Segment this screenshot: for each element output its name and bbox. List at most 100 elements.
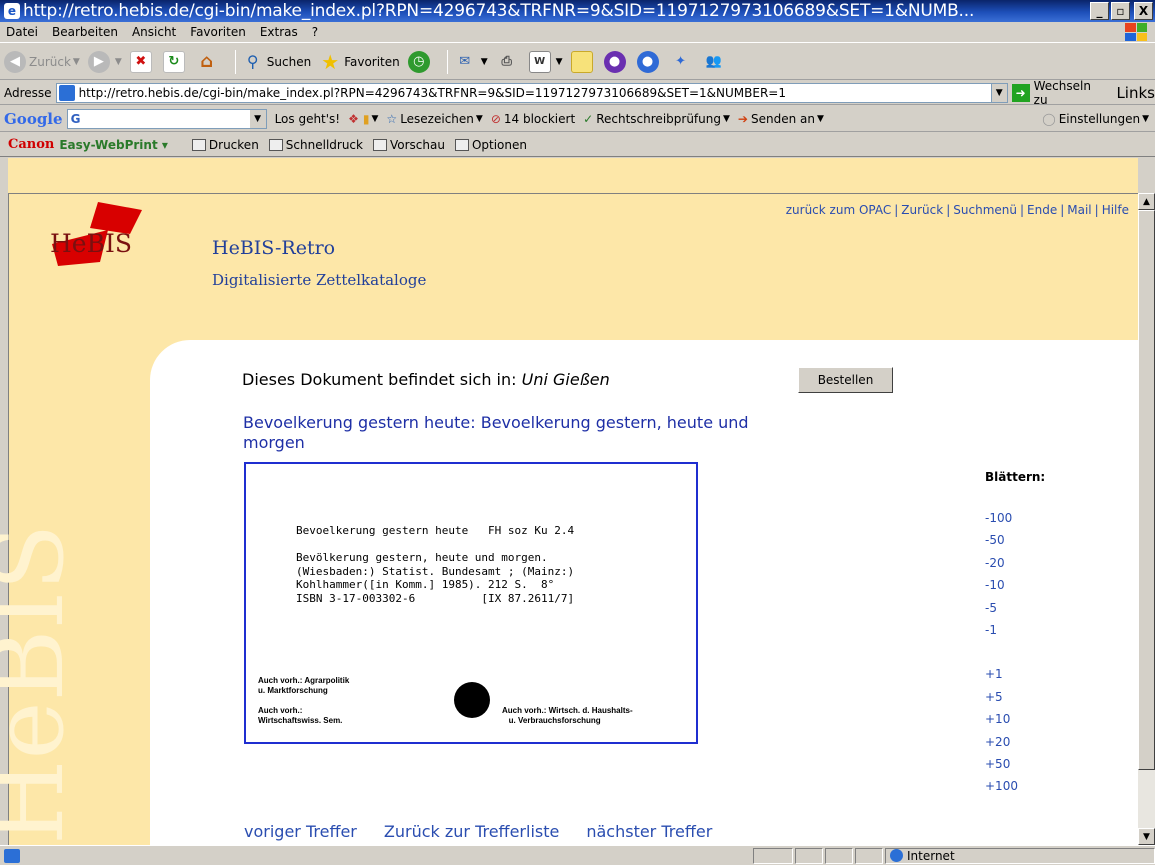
mail-link[interactable]: Mail [1067, 203, 1091, 217]
spellcheck-button[interactable]: ✓ Rechtschreibprüfung ▼ [583, 112, 730, 126]
quick-print-button[interactable]: Schnelldruck [268, 137, 363, 152]
search-button[interactable]: ⚲ Suchen [242, 51, 311, 73]
messenger-button[interactable]: ● [603, 50, 629, 73]
google-news-icon: ❖ [348, 111, 359, 126]
refresh-button[interactable]: ↻ [162, 50, 188, 73]
quick-print-icon [268, 138, 283, 151]
scroll-down-button[interactable]: ▼ [1138, 828, 1155, 845]
google-search-dropdown[interactable]: ▼ [249, 109, 266, 128]
zone-indicator: Internet [885, 847, 1155, 864]
google-search-input[interactable]: G ▼ [66, 108, 267, 129]
hebis-logo-text: HeBIS [50, 229, 132, 258]
scroll-thumb[interactable] [1138, 210, 1155, 770]
preview-icon [372, 138, 387, 151]
favorites-label: Favoriten [344, 54, 400, 69]
note-icon [570, 50, 593, 73]
browse-fwd-20[interactable]: +20 [985, 735, 1018, 757]
browse-fwd-10[interactable]: +10 [985, 712, 1018, 734]
google-logo-text: Google [4, 109, 63, 128]
go-button[interactable]: ➜ Wechseln zu [1011, 79, 1109, 107]
back-link[interactable]: Zurück [901, 203, 943, 217]
media-button[interactable]: ● [636, 50, 662, 73]
forward-button[interactable]: ▶ ▼ [87, 50, 122, 73]
print-button[interactable]: ⎙ [496, 51, 521, 73]
google-go-button[interactable]: Los geht's! [275, 112, 341, 126]
quick-print-label: Schnelldruck [285, 137, 363, 152]
browse-fwd-100[interactable]: +100 [985, 779, 1018, 801]
menu-favoriten[interactable]: Favoriten [190, 25, 246, 39]
bookmarks-button[interactable]: ☆ Lesezeichen ▼ [386, 112, 482, 126]
svg-text:HeBIS: HeBIS [0, 524, 80, 845]
history-icon: ◷ [407, 50, 430, 73]
browse-back-50[interactable]: -50 [985, 533, 1018, 555]
globe-icon [890, 849, 903, 862]
address-url[interactable]: http://retro.hebis.de/cgi-bin/make_index… [79, 86, 991, 100]
page-icon [58, 84, 75, 101]
page-status-icon [4, 848, 20, 863]
next-hit-link[interactable]: nächster Treffer [586, 822, 712, 841]
popup-blocker-button[interactable]: ⊘ 14 blockiert [491, 112, 575, 126]
previous-hit-link[interactable]: voriger Treffer [244, 822, 357, 841]
menu-bearbeiten[interactable]: Bearbeiten [52, 25, 118, 39]
notes-button[interactable] [570, 50, 596, 73]
maximize-button[interactable]: ▫ [1111, 2, 1130, 20]
star-icon: ★ [321, 49, 340, 74]
menu-ansicht[interactable]: Ansicht [132, 25, 176, 39]
menu-bar: Datei Bearbeiten Ansicht Favoriten Extra… [0, 22, 1155, 43]
contacts-button[interactable]: 👥 [703, 51, 728, 73]
back-arrow-icon: ◀ [4, 50, 26, 73]
spellcheck-label: Rechtschreibprüfung [596, 111, 721, 126]
browse-fwd-1[interactable]: +1 [985, 667, 1018, 689]
close-button[interactable]: X [1134, 2, 1153, 20]
edit-button[interactable]: W ▼ [528, 50, 563, 73]
zone-label: Internet [907, 848, 955, 863]
browse-fwd-5[interactable]: +5 [985, 690, 1018, 712]
browse-back-10[interactable]: -10 [985, 578, 1018, 600]
vertical-scrollbar[interactable]: ▲ ▼ [1138, 193, 1155, 845]
favorites-button[interactable]: ★ Favoriten [319, 49, 400, 74]
settings-button[interactable]: ◯ Einstellungen ▼ [1042, 112, 1149, 126]
order-button[interactable]: Bestellen [798, 367, 893, 393]
end-link[interactable]: Ende [1027, 203, 1057, 217]
browse-back-1[interactable]: -1 [985, 623, 1018, 645]
location-value: Uni Gießen [521, 370, 610, 389]
popup-blocker-icon: ⊘ [490, 111, 501, 126]
top-nav-links: zurück zum OPAC | Zurück | Suchmenü | Ende | Mai… [785, 203, 1129, 217]
google-go-label: Los geht's! [274, 111, 341, 126]
google-logo[interactable]: Google [4, 110, 63, 128]
home-button[interactable]: ⌂ [196, 51, 221, 73]
minimize-button[interactable]: _ [1090, 2, 1109, 20]
browse-back-100[interactable]: -100 [985, 511, 1018, 533]
options-button[interactable]: Optionen [454, 138, 527, 152]
send-to-button[interactable]: ➔ Senden an ▼ [738, 112, 824, 126]
media-icon: ● [636, 50, 659, 73]
menu-extras[interactable]: Extras [260, 25, 298, 39]
browse-back-20[interactable]: -20 [985, 556, 1018, 578]
google-icons-group[interactable]: ❖ ▮ ▼ [348, 112, 378, 126]
browse-back-5[interactable]: -5 [985, 601, 1018, 623]
easy-webprint-menu[interactable]: Easy-WebPrint ▾ [59, 138, 168, 152]
address-input[interactable]: http://retro.hebis.de/cgi-bin/make_index… [55, 82, 1008, 103]
word-icon: W [528, 50, 551, 73]
back-to-opac-link[interactable]: zurück zum OPAC [786, 203, 892, 217]
mail-button[interactable]: ✉ ▼ [454, 51, 487, 73]
scroll-up-button[interactable]: ▲ [1138, 193, 1155, 210]
toolbar-separator [446, 49, 448, 74]
history-button[interactable]: ◷ [407, 50, 433, 73]
search-menu-link[interactable]: Suchmenü [953, 203, 1017, 217]
help-link[interactable]: Hilfe [1102, 203, 1129, 217]
print-button[interactable]: Drucken [191, 138, 259, 152]
browse-fwd-50[interactable]: +50 [985, 757, 1018, 779]
menu-help[interactable]: ? [312, 25, 318, 39]
result-navigation: voriger Treffer Zurück zur Trefferliste … [244, 822, 739, 841]
status-bar: Internet [0, 845, 1155, 865]
menu-datei[interactable]: Datei [6, 25, 38, 39]
status-cell [795, 847, 823, 864]
preview-button[interactable]: Vorschau [372, 138, 445, 152]
back-to-results-link[interactable]: Zurück zur Trefferliste [384, 822, 559, 841]
links-button[interactable]: Links [1116, 84, 1155, 102]
back-button[interactable]: ◀ Zurück ▼ [4, 50, 80, 73]
stop-button[interactable]: ✖ [129, 50, 155, 73]
address-dropdown-button[interactable]: ▼ [990, 83, 1007, 102]
research-button[interactable]: ✦ [670, 51, 695, 73]
